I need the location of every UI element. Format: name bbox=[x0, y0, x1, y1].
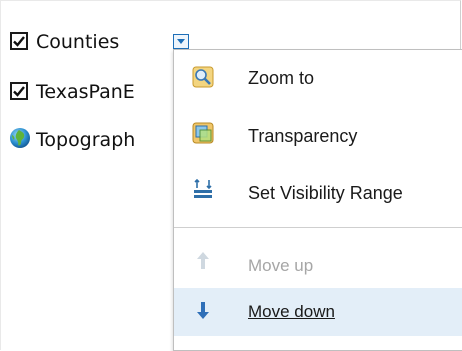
layer-label-texaspane: TexasPanE bbox=[36, 81, 135, 103]
layer-label-counties: Counties bbox=[36, 31, 120, 53]
zoom-to-icon bbox=[192, 66, 214, 88]
menu-item-zoom-to[interactable]: Zoom to bbox=[174, 56, 462, 100]
menu-item-label: Move down bbox=[248, 302, 335, 321]
menu-item-move-up: Move up bbox=[174, 242, 462, 286]
layer-label-topograph: Topograph bbox=[36, 129, 136, 151]
checkmark-icon bbox=[13, 36, 25, 47]
menu-item-transparency[interactable]: Transparency bbox=[174, 112, 462, 156]
arrow-down-icon bbox=[197, 302, 209, 319]
chevron-down-icon bbox=[177, 39, 185, 44]
checkbox-texaspane[interactable] bbox=[10, 82, 28, 100]
menu-item-label: Move up bbox=[248, 256, 314, 275]
menu-item-set-visibility-range[interactable]: Set Visibility Range bbox=[174, 170, 462, 214]
basemap-globe-icon bbox=[10, 128, 30, 148]
menu-item-label: Set Visibility Range bbox=[248, 183, 403, 203]
arrow-up-icon bbox=[197, 252, 209, 269]
checkbox-counties[interactable] bbox=[10, 32, 28, 50]
layer-options-dropdown-button[interactable] bbox=[173, 34, 189, 49]
visibility-range-icon bbox=[194, 178, 212, 198]
layer-context-menu: Zoom to Transparency Set Visibility Rang… bbox=[173, 49, 462, 351]
checkmark-icon bbox=[13, 86, 25, 97]
menu-separator bbox=[174, 227, 462, 228]
menu-item-move-down[interactable]: Move down bbox=[174, 288, 462, 336]
menu-item-label: Zoom to bbox=[248, 68, 315, 88]
menu-item-label: Transparency bbox=[248, 126, 358, 146]
transparency-icon bbox=[192, 122, 214, 144]
